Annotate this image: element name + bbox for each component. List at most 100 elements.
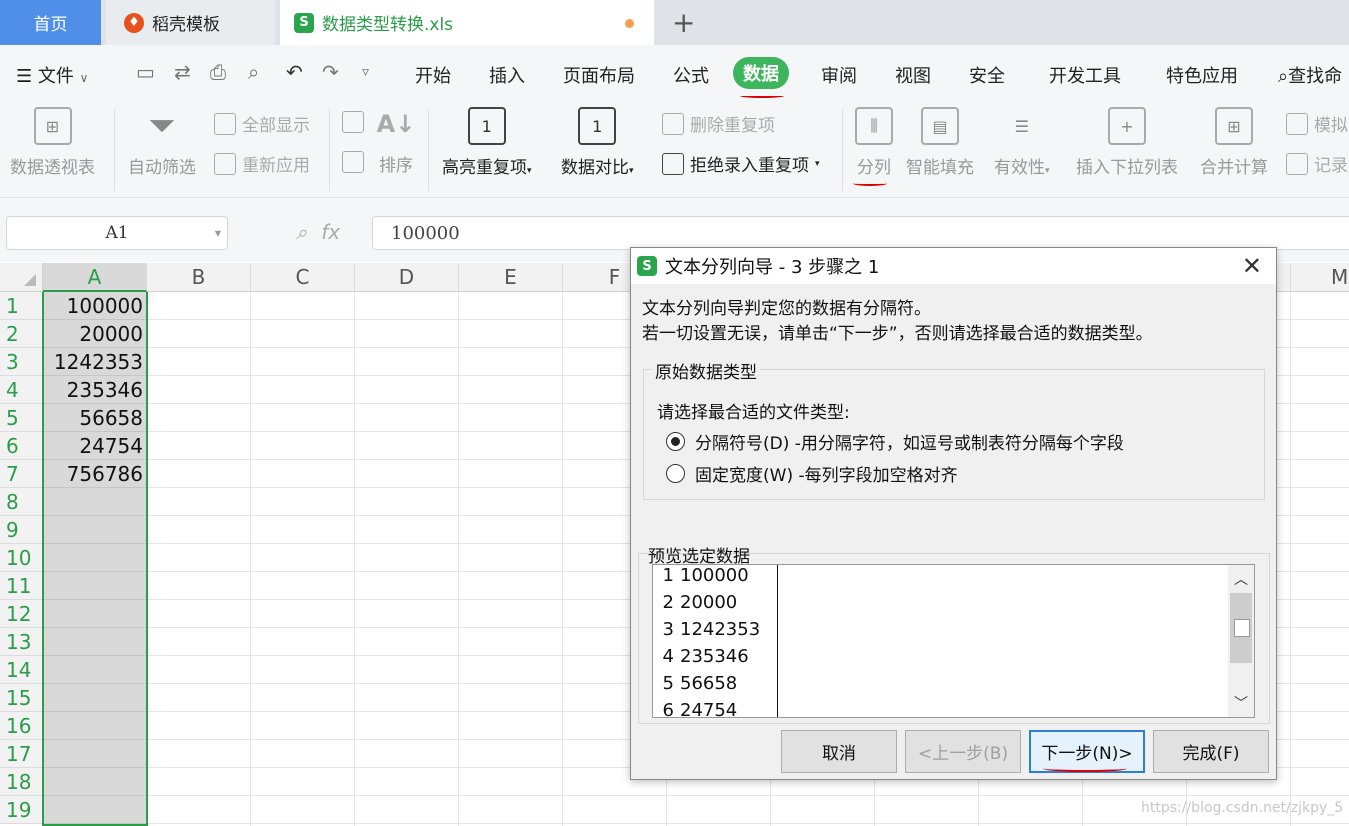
row-header[interactable]: 12 — [0, 600, 43, 628]
insert-dropdown-list-button[interactable]: + 插入下拉列表 — [1076, 107, 1178, 178]
menu-item-dev-tools[interactable]: 开发工具 — [1049, 62, 1121, 88]
file-menu[interactable]: ☰ 文件 ∨ — [16, 62, 88, 88]
print-preview-icon[interactable]: ⌕ — [248, 60, 259, 84]
finish-button[interactable]: 完成(F) — [1153, 730, 1269, 773]
dialog-description-1: 文本分列向导判定您的数据有分隔符。 — [642, 299, 931, 319]
remove-duplicates-icon — [662, 112, 684, 135]
column-gridline — [250, 292, 251, 826]
row-header[interactable]: 10 — [0, 544, 43, 572]
menu-item-special-apps[interactable]: 特色应用 — [1166, 62, 1238, 88]
row-header[interactable]: 13 — [0, 628, 43, 656]
name-box[interactable]: A1 ▼ — [6, 216, 228, 250]
column-header-c[interactable]: C — [251, 263, 355, 292]
reapply-button[interactable]: 重新应用 — [214, 151, 310, 176]
column-header-m[interactable]: M — [1291, 263, 1349, 292]
formula-input[interactable]: 100000 — [372, 216, 1349, 250]
scroll-thumb[interactable] — [1230, 593, 1252, 663]
redo-icon[interactable]: ↷ — [322, 60, 339, 84]
row-header[interactable]: 3 — [0, 348, 43, 376]
remove-duplicates-button[interactable]: 删除重复项 — [662, 111, 775, 136]
simulate-button[interactable]: 模拟 — [1286, 111, 1348, 136]
autofilter-button[interactable]: ⏷ 自动筛选 — [128, 106, 196, 178]
chevron-down-icon[interactable]: ▼ — [215, 229, 221, 238]
preview-row-number: 4 — [662, 646, 674, 667]
column-header-e[interactable]: E — [459, 263, 563, 292]
row-header[interactable]: 4 — [0, 376, 43, 404]
row-header[interactable]: 1 — [0, 292, 43, 320]
tab-bar: 首页 ♦ 稻壳模板 S 数据类型转换.xls + — [0, 0, 1349, 45]
menu-item-view[interactable]: 视图 — [895, 62, 931, 88]
search-command-label: 查找命 — [1288, 66, 1343, 87]
sort-desc-button[interactable] — [342, 151, 364, 173]
radio-fixed-width[interactable]: 固定宽度(W) -每列字段加空格对齐 — [666, 461, 958, 486]
radio-fixed-width-label: 固定宽度(W) -每列字段加空格对齐 — [695, 466, 958, 486]
row-header[interactable]: 15 — [0, 684, 43, 712]
row-header[interactable]: 17 — [0, 740, 43, 768]
column-header-a[interactable]: A — [43, 263, 147, 292]
fx-icon[interactable]: fx — [321, 220, 340, 244]
menu-item-data[interactable]: 数据 — [733, 57, 789, 89]
consolidate-button[interactable]: ⊞ 合并计算 — [1200, 107, 1268, 178]
split-column-icon: ⫼ — [855, 107, 893, 145]
validity-button[interactable]: ☰ 有效性▾ — [994, 107, 1050, 179]
select-all-corner[interactable] — [0, 263, 43, 292]
print-icon[interactable]: ⎙ — [210, 60, 226, 84]
smart-fill-button[interactable]: ▤ 智能填充 — [906, 107, 974, 178]
highlight-duplicates-button[interactable]: 1 高亮重复项▾ — [442, 107, 532, 178]
undo-icon[interactable]: ↶ — [286, 60, 303, 84]
preview-scrollbar[interactable]: ︿ ﹀ — [1228, 565, 1254, 717]
more-dropdown-icon[interactable]: ▿ — [362, 64, 369, 80]
menu-item-page-layout[interactable]: 页面布局 — [563, 62, 635, 88]
preview-box[interactable]: 1 100000 2 20000 3 1242353 4 235346 5 56658 6 24754… — [652, 564, 1255, 718]
close-icon[interactable]: ✕ — [1242, 252, 1262, 280]
split-column-button[interactable]: ⫼ 分列 — [855, 107, 893, 178]
scroll-down-icon[interactable]: ﹀ — [1234, 693, 1248, 713]
search-command[interactable]: ⌕查找命 — [1278, 62, 1342, 88]
menu-item-security[interactable]: 安全 — [969, 62, 1005, 88]
menu-item-formula[interactable]: 公式 — [673, 62, 709, 88]
tab-file[interactable]: S 数据类型转换.xls — [280, 0, 654, 45]
smart-fill-label: 智能填充 — [906, 158, 974, 178]
tab-home[interactable]: 首页 — [0, 0, 101, 45]
back-button[interactable]: <上一步(B) — [905, 730, 1021, 773]
preview-row-number: 5 — [662, 673, 674, 694]
preview-row-number: 1 — [662, 565, 674, 586]
preview-row: 5 56658 — [653, 673, 738, 700]
row-header[interactable]: 19 — [0, 796, 43, 824]
radio-delimited[interactable]: 分隔符号(D) -用分隔字符，如逗号或制表符分隔每个字段 — [666, 429, 1124, 454]
tab-docer[interactable]: ♦ 稻壳模板 — [106, 0, 275, 45]
autofilter-label: 自动筛选 — [128, 158, 196, 178]
row-header[interactable]: 18 — [0, 768, 43, 796]
show-all-label: 全部显示 — [242, 116, 310, 136]
row-header[interactable]: 2 — [0, 320, 43, 348]
record-button[interactable]: 记录 — [1286, 151, 1348, 176]
row-header[interactable]: 14 — [0, 656, 43, 684]
row-header[interactable]: 5 — [0, 404, 43, 432]
reject-duplicates-button[interactable]: 拒绝录入重复项 ▾ — [662, 151, 820, 176]
row-header[interactable]: 9 — [0, 516, 43, 544]
sort-button[interactable]: A↓ 排序 — [377, 105, 416, 176]
search-icon: ⌕ — [1278, 66, 1289, 87]
column-header-d[interactable]: D — [355, 263, 459, 292]
zoom-icon[interactable]: ⌕ — [296, 220, 307, 244]
row-gridline — [147, 823, 1349, 824]
scroll-up-icon[interactable]: ︿ — [1234, 569, 1248, 589]
data-compare-button[interactable]: 1 数据对比▾ — [561, 107, 634, 178]
new-tab-button[interactable]: + — [672, 6, 695, 39]
sort-asc-button[interactable] — [342, 111, 364, 133]
cancel-button[interactable]: 取消 — [781, 730, 897, 773]
export-pdf-icon[interactable]: ⇄ — [174, 60, 191, 84]
row-header[interactable]: 11 — [0, 572, 43, 600]
row-header[interactable]: 8 — [0, 488, 43, 516]
row-header[interactable]: 6 — [0, 432, 43, 460]
menu-item-review[interactable]: 审阅 — [821, 62, 857, 88]
column-header-b[interactable]: B — [147, 263, 251, 292]
menu-item-insert[interactable]: 插入 — [489, 62, 525, 88]
ribbon-separator — [329, 109, 330, 191]
pivot-table-button[interactable]: ⊞ 数据透视表 — [10, 107, 95, 178]
save-icon[interactable]: ▭ — [136, 60, 155, 84]
row-header[interactable]: 7 — [0, 460, 43, 488]
show-all-button[interactable]: 全部显示 — [214, 111, 310, 136]
menu-item-start[interactable]: 开始 — [415, 62, 451, 88]
row-header[interactable]: 16 — [0, 712, 43, 740]
